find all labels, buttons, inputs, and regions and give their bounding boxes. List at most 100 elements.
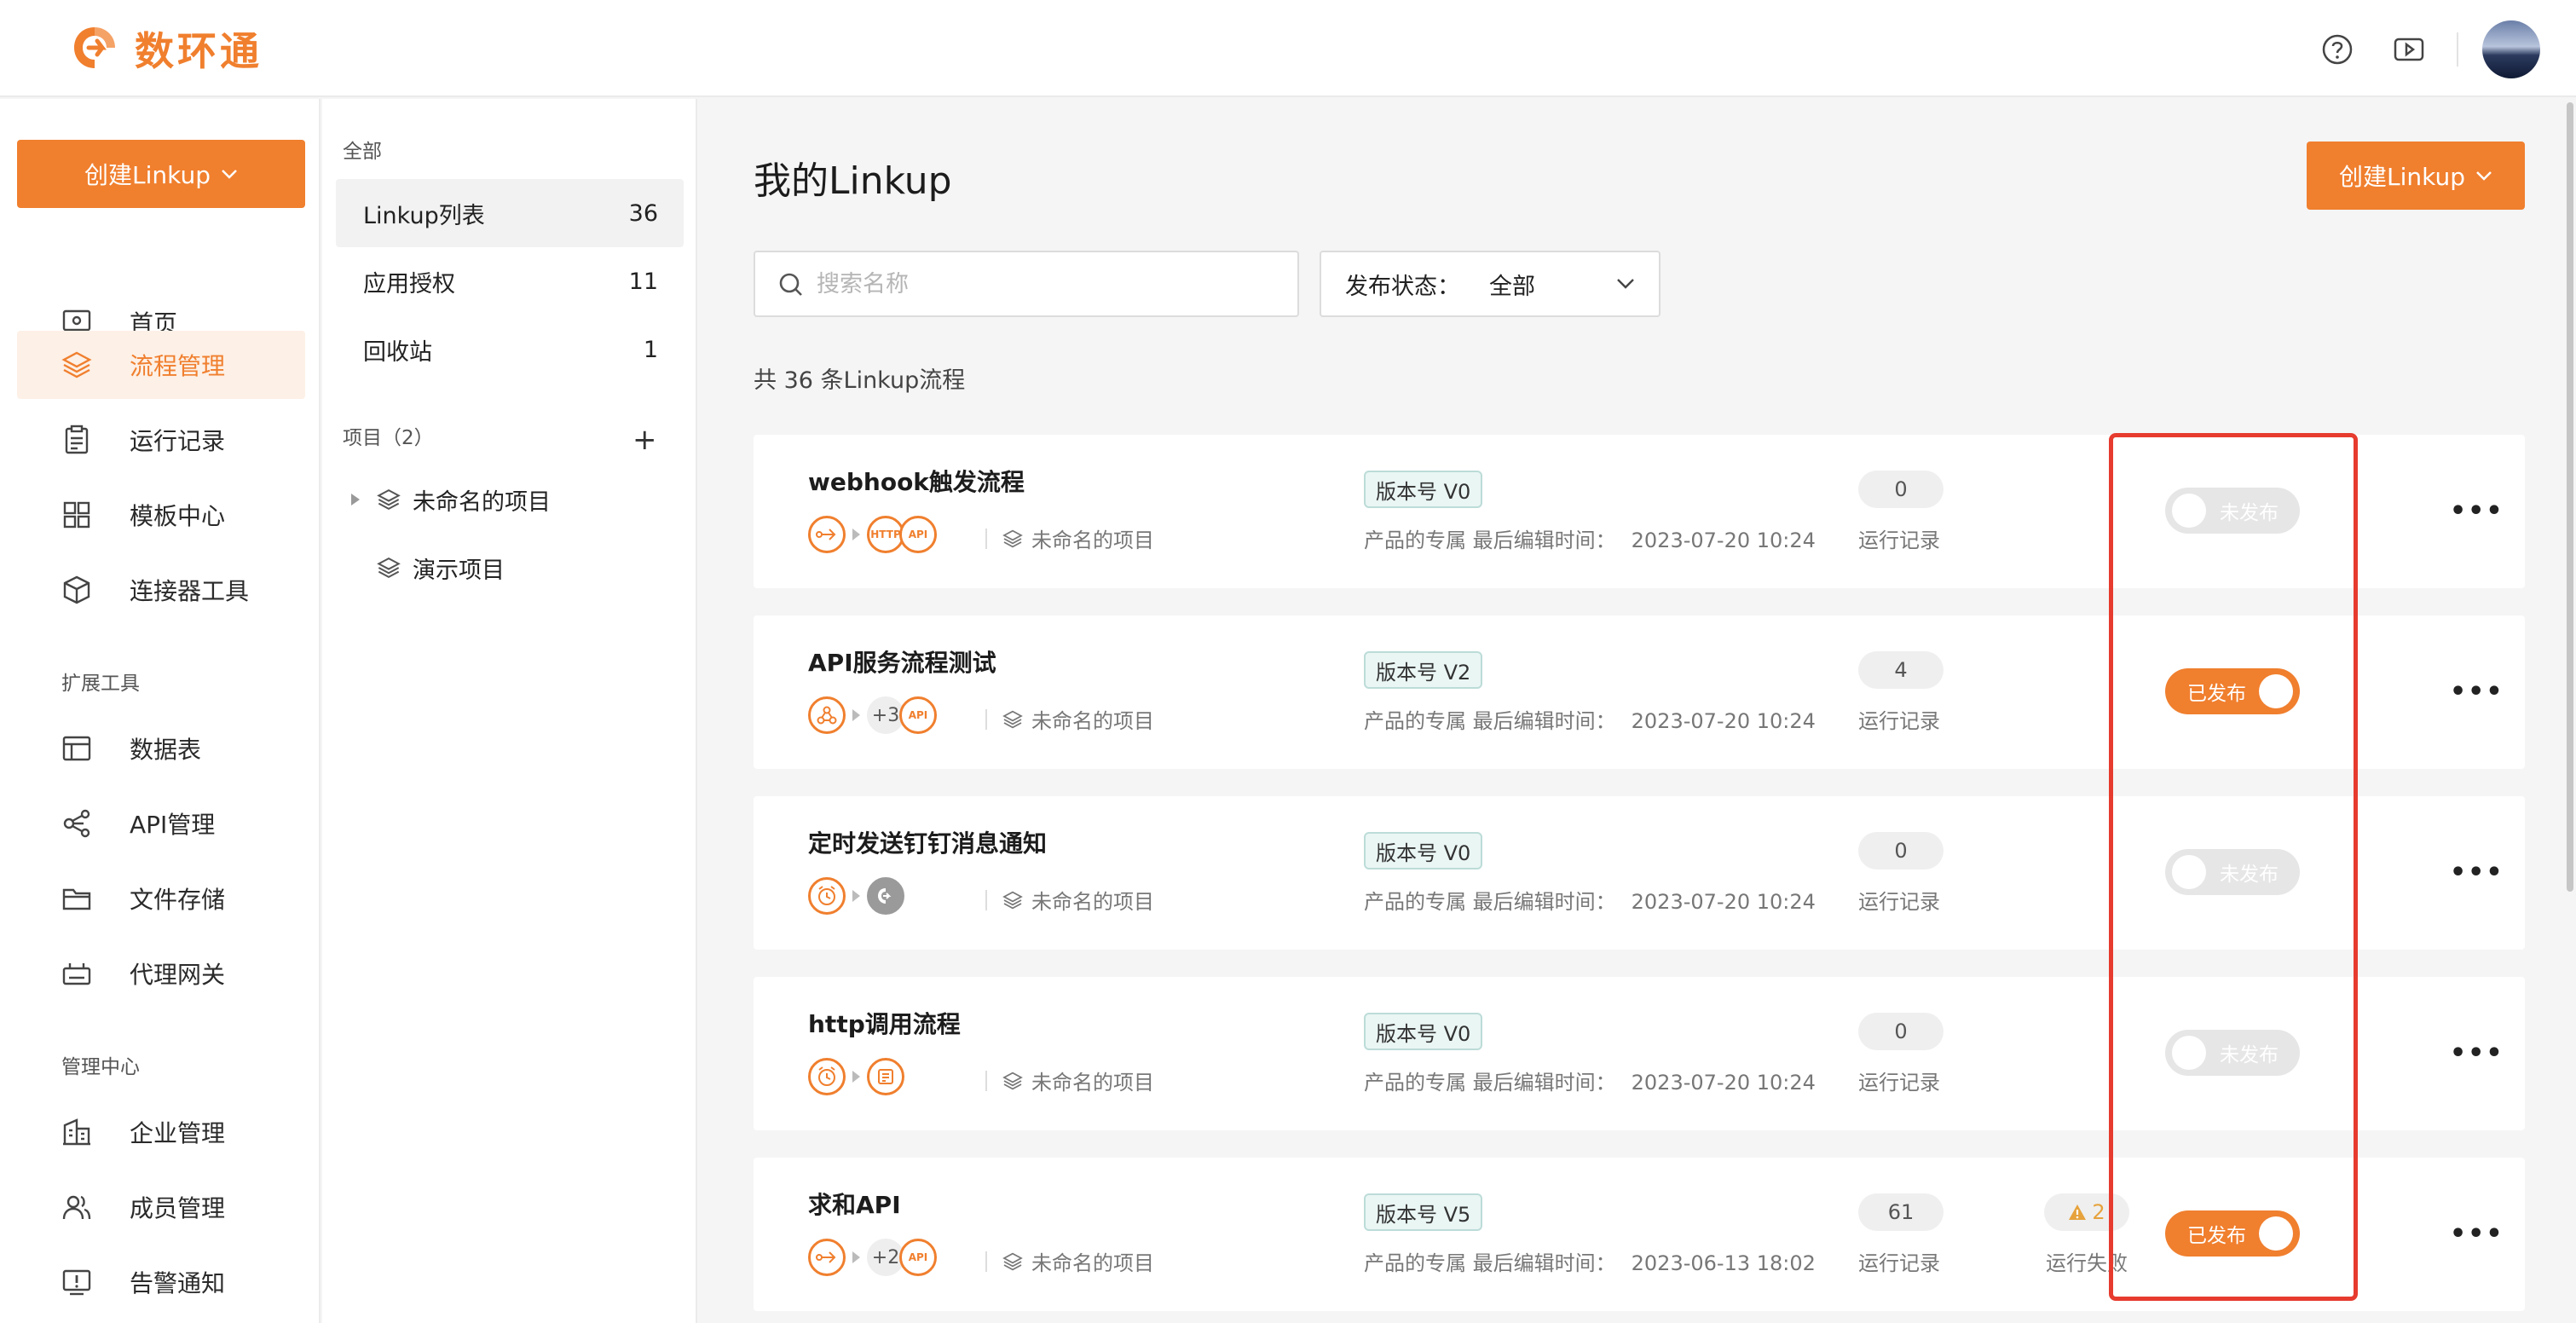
nav-item-connector-tools[interactable]: 连接器工具 xyxy=(17,556,305,624)
nav-label: API管理 xyxy=(130,811,216,839)
top-header: 数环通 xyxy=(0,0,2576,97)
run-count-badge[interactable]: 0 xyxy=(1858,1013,1944,1050)
run-records-label: 运行记录 xyxy=(1858,529,1940,552)
flow-card[interactable]: webhook触发流程 HTTP API 未命名的项目 版本号 V0 产品的专属… xyxy=(754,435,2525,588)
fail-count: 2 xyxy=(2092,1200,2105,1224)
layers-icon xyxy=(1002,1072,1023,1089)
sub-item-linkup-list[interactable]: Linkup列表 36 xyxy=(336,179,684,247)
publish-toggle[interactable]: 已发布 xyxy=(2165,1210,2300,1257)
more-actions-icon[interactable]: ••• xyxy=(2450,1219,2504,1249)
flow-project: 未命名的项目 xyxy=(985,523,1154,553)
sub-item-label: Linkup列表 xyxy=(363,202,485,229)
logo-text: 数环通 xyxy=(135,28,263,74)
more-actions-icon[interactable]: ••• xyxy=(2450,858,2504,887)
logo-icon xyxy=(74,27,115,68)
video-icon[interactable] xyxy=(2392,32,2426,66)
clipboard-icon xyxy=(65,425,89,454)
toggle-label: 已发布 xyxy=(2187,1225,2246,1247)
nav-label: 运行记录 xyxy=(130,427,226,455)
publish-status-select[interactable]: 发布状态： 全部 xyxy=(1320,251,1661,317)
publish-toggle[interactable]: 已发布 xyxy=(2165,668,2300,714)
avatar[interactable] xyxy=(2482,20,2540,78)
version-badge: 版本号 V5 xyxy=(1364,1193,1483,1231)
publish-toggle[interactable]: 未发布 xyxy=(2165,488,2300,534)
users-icon xyxy=(62,1195,91,1220)
nav-item-enterprise-management[interactable]: 企业管理 xyxy=(17,1098,305,1166)
folder-icon xyxy=(62,888,91,910)
run-count-badge[interactable]: 61 xyxy=(1858,1193,1944,1231)
create-linkup-button[interactable]: 创建Linkup xyxy=(17,140,305,208)
sub-item-recycle-bin[interactable]: 回收站 1 xyxy=(336,315,684,384)
flow-step-icons xyxy=(808,1057,904,1096)
run-count-badge[interactable]: 0 xyxy=(1858,471,1944,508)
webhook-icon xyxy=(808,1239,846,1276)
meta-prefix: 产品的专属 最后编辑时间： xyxy=(1364,1251,1616,1275)
scrollbar-thumb[interactable] xyxy=(2567,102,2573,892)
flow-meta: 产品的专属 最后编辑时间： 2023-07-20 10:24 xyxy=(1364,1066,1816,1095)
flow-title: API服务流程测试 xyxy=(808,649,996,677)
toggle-label: 未发布 xyxy=(2220,1044,2279,1066)
nav-item-file-storage[interactable]: 文件存储 xyxy=(17,864,305,933)
help-icon[interactable] xyxy=(2320,32,2354,66)
nav-item-run-records[interactable]: 运行记录 xyxy=(17,406,305,474)
edit-date: 2023-07-20 10:24 xyxy=(1631,1071,1816,1095)
nav-label: 数据表 xyxy=(130,736,202,764)
run-fail-badge[interactable]: 2 xyxy=(2044,1193,2129,1231)
flow-project: 未命名的项目 xyxy=(985,704,1154,734)
chevron-down-icon xyxy=(1617,279,1634,289)
alert-icon xyxy=(62,1269,91,1296)
section-extension-tools: 扩展工具 xyxy=(61,673,140,695)
sub-item-count: 11 xyxy=(628,268,658,295)
create-linkup-button-main[interactable]: 创建Linkup xyxy=(2307,142,2525,210)
timer-icon xyxy=(808,1058,846,1095)
sub-item-label: 应用授权 xyxy=(363,270,455,298)
layers-icon xyxy=(1002,710,1023,728)
edit-date: 2023-06-13 18:02 xyxy=(1631,1251,1816,1275)
flow-meta: 产品的专属 最后编辑时间： 2023-06-13 18:02 xyxy=(1364,1246,1816,1276)
more-actions-icon[interactable]: ••• xyxy=(2450,677,2504,707)
nav-item-template-center[interactable]: 模板中心 xyxy=(17,481,305,549)
nav-item-member-management[interactable]: 成员管理 xyxy=(17,1173,305,1241)
logo[interactable]: 数环通 xyxy=(68,22,263,75)
chevron-down-icon xyxy=(2476,171,2492,181)
api-badge-icon: API xyxy=(899,696,937,734)
page-title: 我的Linkup xyxy=(754,159,952,203)
layers-icon xyxy=(1002,529,1023,547)
add-project-button[interactable]: + xyxy=(632,423,657,457)
nav-item-data-table[interactable]: 数据表 xyxy=(17,714,305,783)
more-actions-icon[interactable]: ••• xyxy=(2450,496,2504,526)
main-scrollbar[interactable] xyxy=(2564,99,2576,1323)
sub-all-label: 全部 xyxy=(343,141,382,163)
flow-meta: 产品的专属 最后编辑时间： 2023-07-20 10:24 xyxy=(1364,885,1816,915)
run-count-badge[interactable]: 4 xyxy=(1858,651,1944,689)
flow-title: http调用流程 xyxy=(808,1010,961,1038)
layers-icon xyxy=(1002,891,1023,909)
search-input[interactable] xyxy=(817,264,1277,303)
nav-item-alert-notification[interactable]: 告警通知 xyxy=(17,1248,305,1316)
table-icon xyxy=(62,736,91,761)
meta-prefix: 产品的专属 最后编辑时间： xyxy=(1364,529,1616,552)
project-item-unnamed[interactable]: 未命名的项目 xyxy=(349,474,551,525)
flow-card[interactable]: 定时发送钉钉消息通知 未命名的项目 版本号 V0 产品的专属 最后编辑时间： 20… xyxy=(754,796,2525,950)
nav-label: 流程管理 xyxy=(130,352,226,380)
nav-item-api-management[interactable]: API管理 xyxy=(17,789,305,858)
flow-card[interactable]: API服务流程测试 +3 API 未命名的项目 版本号 V2 产品的专属 最后编… xyxy=(754,615,2525,769)
publish-toggle[interactable]: 未发布 xyxy=(2165,849,2300,895)
more-actions-icon[interactable]: ••• xyxy=(2450,1038,2504,1068)
nav-label: 代理网关 xyxy=(130,961,226,989)
header-divider xyxy=(2457,32,2458,66)
meta-prefix: 产品的专属 最后编辑时间： xyxy=(1364,709,1616,733)
flow-card[interactable]: http调用流程 未命名的项目 版本号 V0 产品的专属 最后编辑时间： 2023… xyxy=(754,977,2525,1130)
version-badge: 版本号 V0 xyxy=(1364,832,1483,869)
flow-card[interactable]: 求和API +2 API 未命名的项目 版本号 V5 产品的专属 最后编辑时间：… xyxy=(754,1158,2525,1311)
api-badge-icon: API xyxy=(899,1239,937,1276)
sub-item-app-authorization[interactable]: 应用授权 11 xyxy=(336,247,684,315)
nav-item-proxy-gateway[interactable]: 代理网关 xyxy=(17,939,305,1008)
flow-meta: 产品的专属 最后编辑时间： 2023-07-20 10:24 xyxy=(1364,704,1816,734)
run-count-badge[interactable]: 0 xyxy=(1858,832,1944,869)
publish-toggle[interactable]: 未发布 xyxy=(2165,1030,2300,1076)
project-name: 未命名的项目 xyxy=(1031,890,1154,914)
project-item-demo[interactable]: 演示项目 xyxy=(349,542,505,593)
nav-item-flow-management[interactable]: 流程管理 xyxy=(17,331,305,399)
run-failed-label: 运行失败 xyxy=(2046,1251,2128,1275)
